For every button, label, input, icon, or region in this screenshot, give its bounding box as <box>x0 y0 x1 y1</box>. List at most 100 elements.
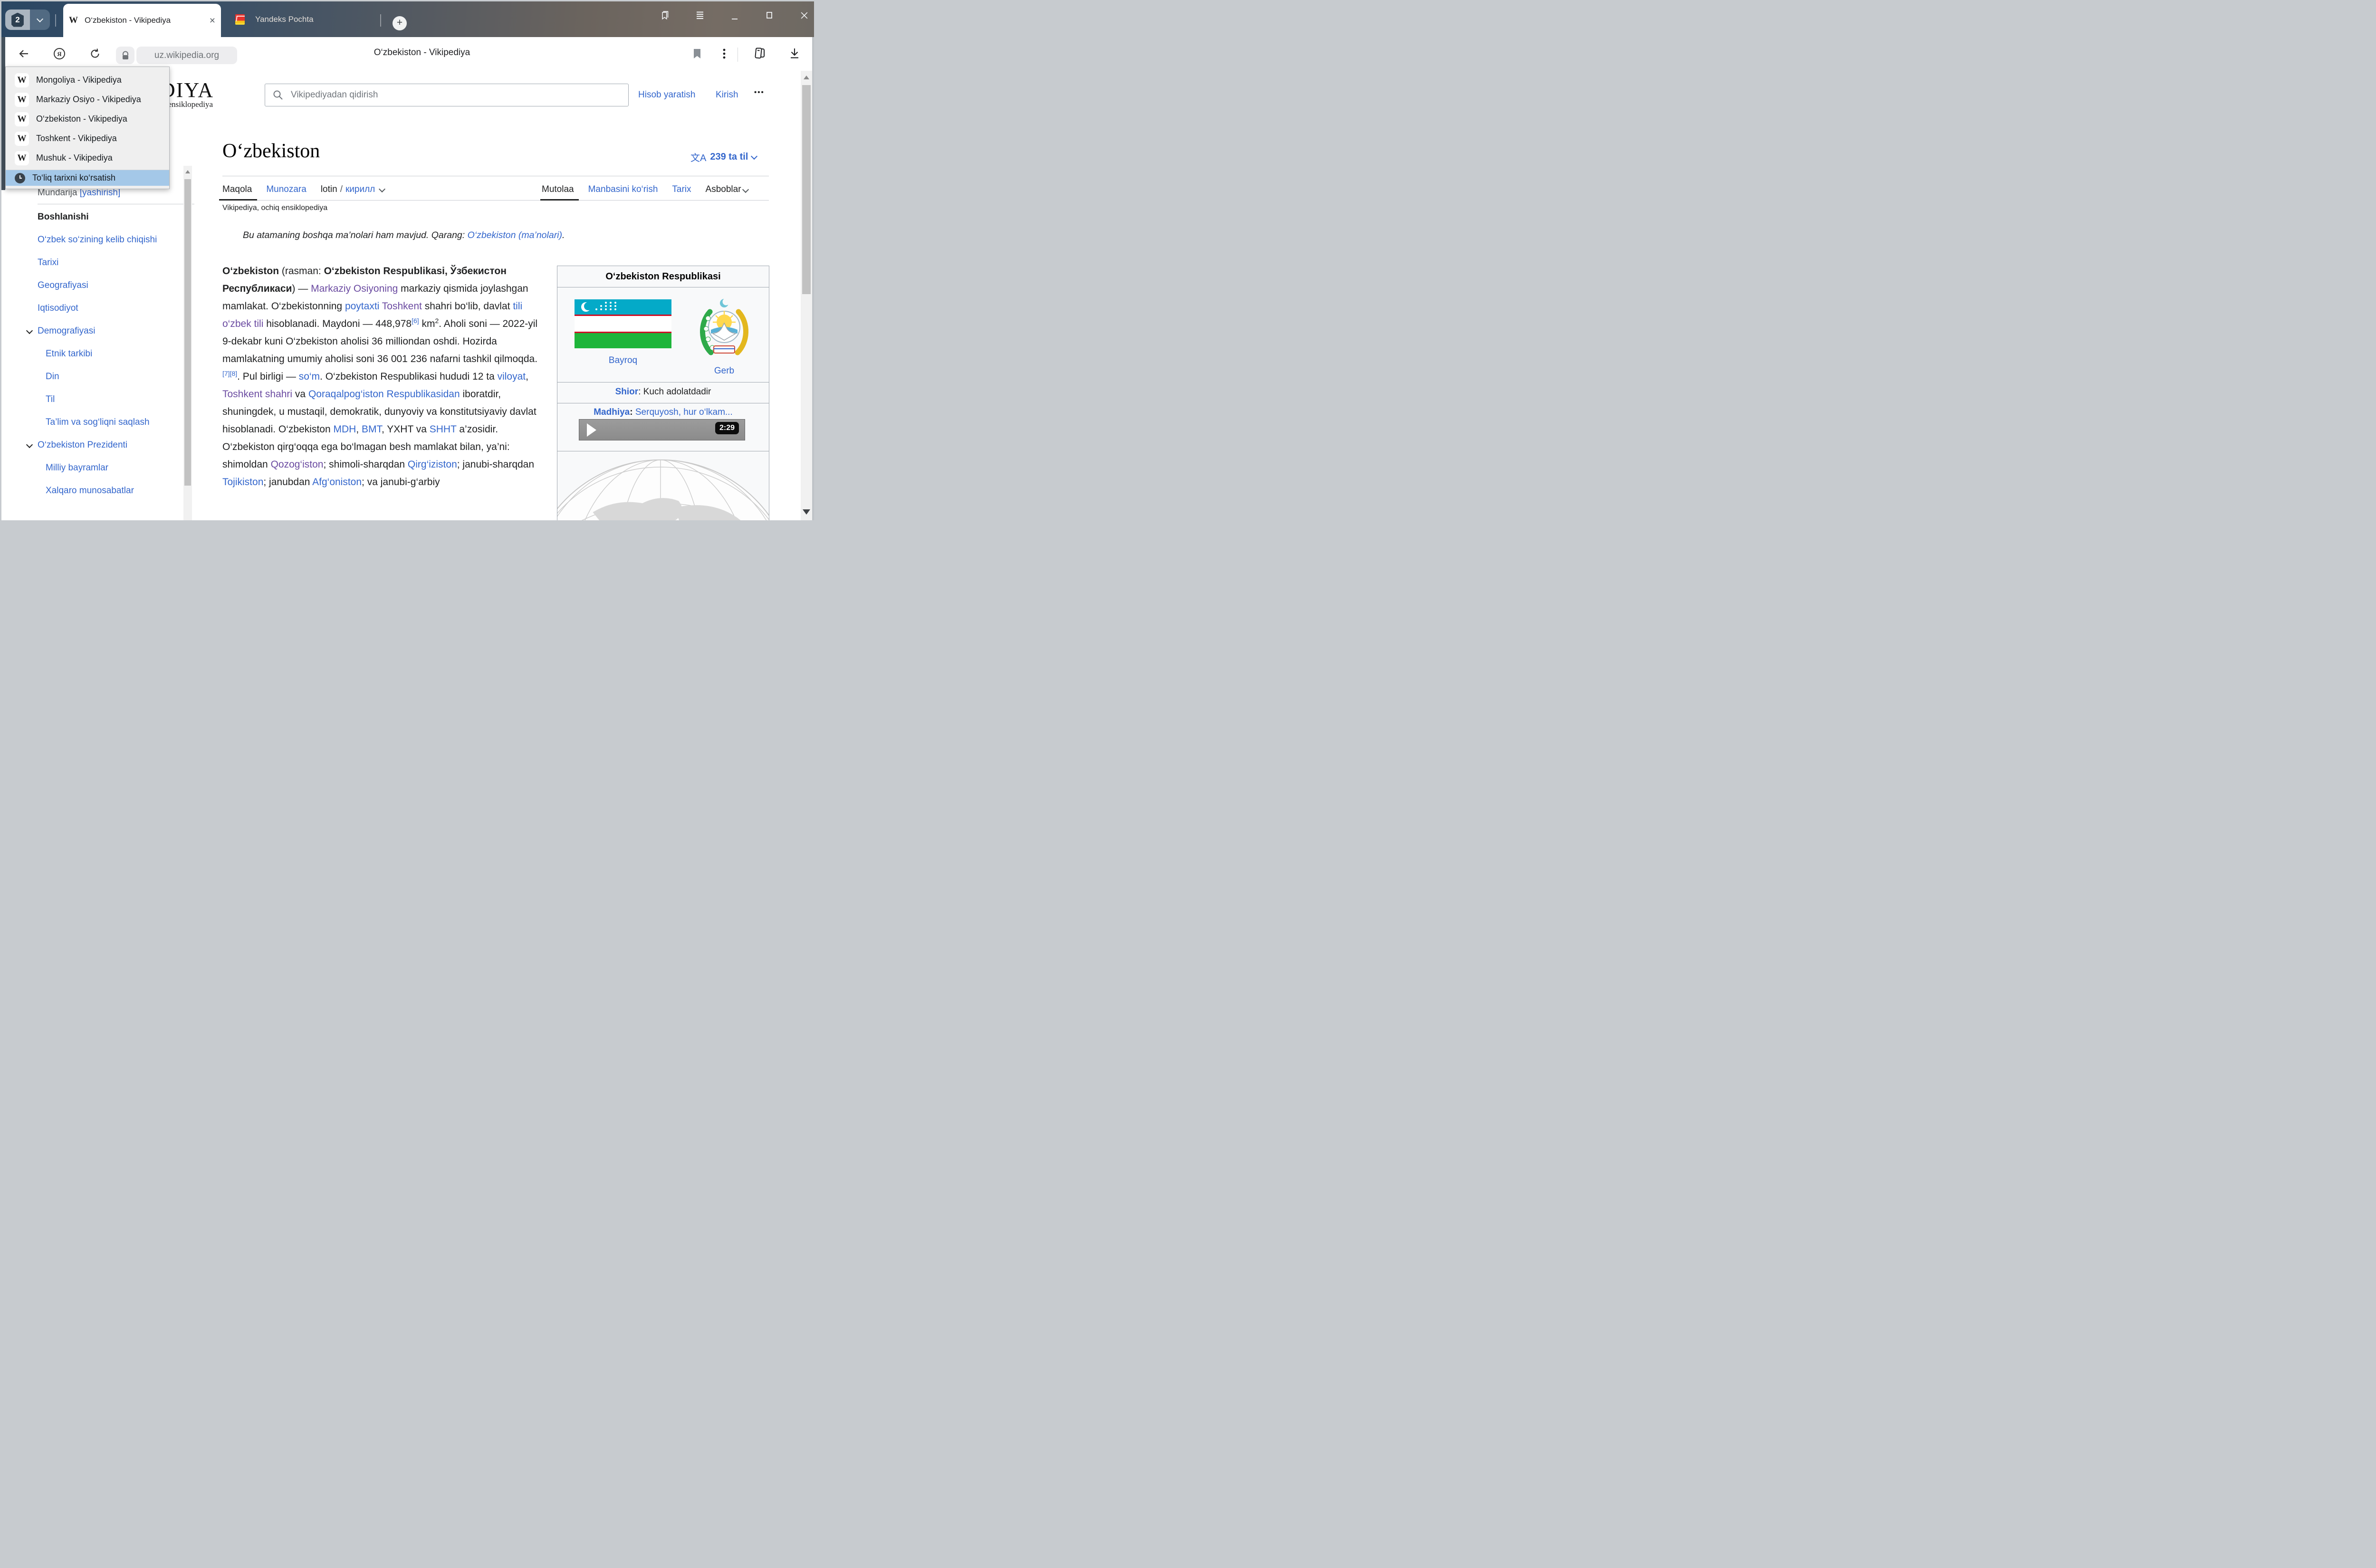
anthem-label-link[interactable]: Madhiya <box>594 407 630 417</box>
inline-link[interactable]: Toshkent shahri <box>222 389 292 400</box>
page-scrollbar[interactable] <box>801 71 812 520</box>
back-icon[interactable] <box>16 46 32 62</box>
close-window-icon[interactable] <box>798 9 810 21</box>
tab-yandex-mail[interactable]: Yandeks Pochta <box>228 1 381 37</box>
yandex-search-icon[interactable]: Я <box>51 46 67 62</box>
toc-item-tarixi[interactable]: Tarixi <box>38 257 176 269</box>
inline-link[interactable]: [7][8] <box>222 370 237 377</box>
new-tab-button[interactable]: + <box>393 16 407 30</box>
tab-munozara[interactable]: Munozara <box>266 184 307 195</box>
tab-maqola[interactable]: Maqola <box>222 184 252 195</box>
window-edge <box>812 37 814 520</box>
kebab-menu-icon[interactable] <box>716 46 732 62</box>
create-account-link[interactable]: Hisob yaratish <box>638 90 695 100</box>
history-item-toshkent[interactable]: W Toshkent - Vikipediya <box>6 129 169 148</box>
content-scrollbar[interactable] <box>183 166 192 520</box>
uzbekistan-emblem-image[interactable] <box>697 296 752 361</box>
wiki-search-box[interactable] <box>265 84 629 106</box>
tab-list-dropdown[interactable] <box>30 10 50 30</box>
toc-item-prezidenti[interactable]: O‘zbekiston Prezidenti <box>38 439 176 451</box>
inline-link[interactable]: Tojikiston <box>222 477 263 488</box>
chevron-down-icon[interactable] <box>26 327 33 334</box>
inline-link[interactable]: Toshkent <box>382 301 422 312</box>
inline-link[interactable]: poytaxti <box>345 301 379 312</box>
collections-tags-icon[interactable] <box>751 46 767 62</box>
inline-link[interactable]: tili <box>513 301 522 312</box>
inline-link[interactable]: [yashirish] <box>80 188 121 198</box>
bookmark-flag-icon[interactable] <box>689 46 705 62</box>
toc-item-etnik-tarkibi[interactable]: Etnik tarkibi <box>38 348 176 360</box>
history-item-mongoliya[interactable]: W Mongoliya - Vikipediya <box>6 70 169 90</box>
inline-link[interactable]: so‘m <box>299 371 320 382</box>
toc-item-milliy-bayramlar[interactable]: Milliy bayramlar <box>38 462 176 474</box>
toc-item-din[interactable]: Din <box>38 371 176 383</box>
inline-link[interactable]: MDH <box>333 424 356 435</box>
inline-link[interactable]: BMT <box>362 424 382 435</box>
inline-link[interactable]: Markaziy Osiyoning <box>311 283 398 294</box>
tab-title: Yandeks Pochta <box>255 15 314 24</box>
inline-link[interactable]: Qozog‘iston <box>271 459 324 470</box>
toc-item-til[interactable]: Til <box>38 393 176 406</box>
address-bar[interactable]: uz.wikipedia.org <box>136 47 237 64</box>
header-more-button[interactable]: ••• <box>754 88 765 96</box>
translate-icon: 文A <box>690 150 706 164</box>
reload-icon[interactable] <box>87 46 103 62</box>
inline-link[interactable]: o‘zbek tili <box>222 318 263 329</box>
location-globe <box>557 452 769 520</box>
history-item-ozbekiston[interactable]: W O‘zbekiston - Vikipediya <box>6 109 169 129</box>
history-item-markaziy-osiyo[interactable]: W Markaziy Osiyo - Vikipediya <box>6 90 169 109</box>
scrollbar-thumb[interactable] <box>184 179 191 486</box>
toc-item-xalqaro[interactable]: Xalqaro munosabatlar <box>38 485 176 497</box>
scroll-down-icon[interactable] <box>803 509 810 515</box>
emblem-caption-link[interactable]: Gerb <box>697 366 752 376</box>
inline-link[interactable]: SHHT <box>430 424 457 435</box>
text-run: va <box>292 389 308 400</box>
scroll-up-icon[interactable] <box>804 76 809 79</box>
audio-duration: 2:29 <box>715 422 739 434</box>
download-icon[interactable] <box>786 46 803 62</box>
anthem-title-link[interactable]: Serquyosh, hur o‘lkam... <box>633 407 733 417</box>
motto-label-link[interactable]: Shior <box>615 387 639 397</box>
login-link[interactable]: Kirish <box>716 90 738 100</box>
minimize-icon[interactable] <box>728 11 741 23</box>
show-full-history-item[interactable]: To‘liq tarixni ko‘rsatish <box>6 170 169 186</box>
inline-link[interactable]: Afg‘oniston <box>312 477 362 488</box>
inline-link[interactable]: viloyat <box>498 371 526 382</box>
play-icon[interactable] <box>587 423 596 437</box>
tab-tarix[interactable]: Tarix <box>672 184 691 195</box>
toc-item-boshlanishi[interactable]: Boshlanishi <box>38 211 176 223</box>
search-input[interactable] <box>290 89 628 101</box>
tab-manbasini-korish[interactable]: Manbasini ko‘rish <box>588 184 658 195</box>
uzbekistan-flag-image[interactable] <box>575 299 671 348</box>
browser-window: 2 W O‘zbekiston - Vikipediya × Yandeks P… <box>1 1 814 520</box>
chevron-down-icon[interactable] <box>26 441 33 448</box>
inline-link[interactable]: Qoraqalpog‘iston Respublikasidan <box>308 389 460 400</box>
anthem-audio-player[interactable]: 2:29 <box>579 419 745 440</box>
tab-asboblar[interactable]: Asboblar <box>706 184 748 195</box>
site-info-lock-button[interactable] <box>116 47 134 64</box>
side-panel-bookmarks-icon[interactable] <box>659 9 671 21</box>
history-item-mushuk[interactable]: W Mushuk - Vikipediya <box>6 148 169 168</box>
maximize-icon[interactable] <box>763 9 776 21</box>
flag-caption-link[interactable]: Bayroq <box>575 355 671 366</box>
inline-link[interactable]: O‘zbekiston (ma’nolari) <box>468 230 562 240</box>
scrollbar-thumb[interactable] <box>802 85 811 294</box>
menu-icon[interactable] <box>694 9 706 21</box>
scroll-up-icon[interactable] <box>185 170 190 173</box>
toc-item-ozbek-sozining[interactable]: O‘zbek so‘zining kelib chiqishi <box>38 234 176 246</box>
close-tab-icon[interactable]: × <box>210 16 215 26</box>
inline-link[interactable]: [6] <box>412 317 419 325</box>
variant-selector[interactable]: lotin/кирилл <box>321 184 384 195</box>
tab-mutolaa[interactable]: Mutolaa <box>542 184 574 195</box>
language-selector[interactable]: 文A 239 ta til <box>690 150 757 164</box>
language-count: 239 ta til <box>710 152 748 163</box>
chevron-down-icon <box>751 153 757 160</box>
toc-item-geografiyasi[interactable]: Geografiyasi <box>38 279 176 292</box>
tab-counter-button[interactable]: 2 <box>5 10 50 30</box>
toc-item-talim[interactable]: Ta’lim va sog‘liqni saqlash <box>38 416 176 429</box>
toc-item-demografiyasi[interactable]: Demografiyasi <box>38 325 176 337</box>
toc-item-iqtisodiyot[interactable]: Iqtisodiyot <box>38 302 176 315</box>
country-infobox: O‘zbekiston Respublikasi Bayroq <box>557 266 769 520</box>
tab-active-wikipedia[interactable]: W O‘zbekiston - Vikipediya × <box>63 4 221 37</box>
inline-link[interactable]: Qirg‘iziston <box>408 459 457 470</box>
